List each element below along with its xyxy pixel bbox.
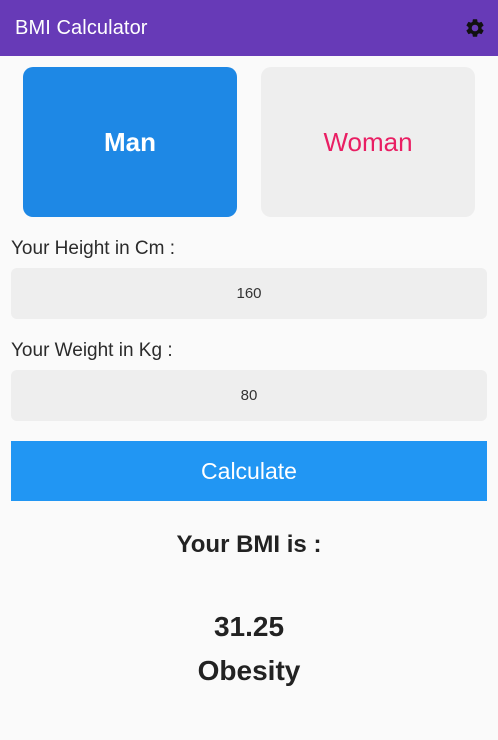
- height-label: Your Height in Cm :: [11, 238, 176, 259]
- bmi-app: BMI Calculator Man Woman Your Height in …: [0, 0, 498, 740]
- weight-label: Your Weight in Kg :: [11, 340, 173, 361]
- app-bar: BMI Calculator: [0, 0, 498, 56]
- gender-card-woman[interactable]: Woman: [261, 67, 475, 217]
- result-heading: Your BMI is :: [176, 531, 322, 558]
- man-label: Man: [104, 126, 156, 157]
- woman-label: Woman: [323, 126, 413, 157]
- gear-icon: [466, 19, 484, 37]
- height-input[interactable]: 160: [11, 268, 487, 319]
- height-value: 160: [236, 285, 262, 302]
- bmi-category: Obesity: [197, 655, 301, 686]
- calculate-label: Calculate: [201, 457, 297, 484]
- app-title: BMI Calculator: [15, 16, 148, 39]
- calculate-button[interactable]: Calculate: [11, 441, 487, 501]
- gender-card-man[interactable]: Man: [23, 67, 237, 217]
- weight-value: 80: [240, 387, 258, 404]
- settings-button[interactable]: [462, 15, 488, 41]
- weight-input[interactable]: 80: [11, 370, 487, 421]
- bmi-value: 31.25: [213, 611, 285, 642]
